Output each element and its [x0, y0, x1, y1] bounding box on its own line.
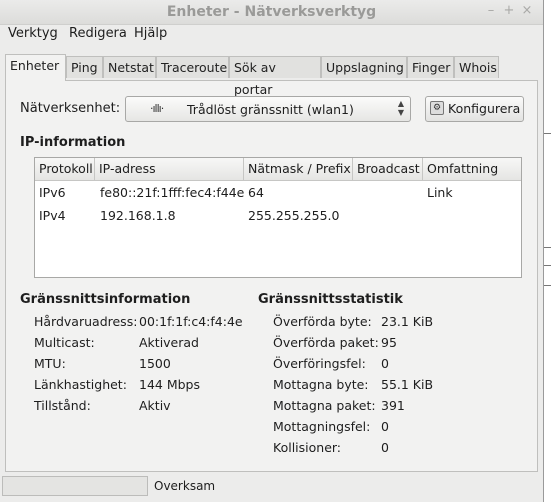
rx-bytes-value: 55.1 KiB	[381, 377, 434, 392]
app-window: Enheter - Nätverksverktyg – + × Verktyg …	[0, 0, 543, 502]
tab-enheter[interactable]: Enheter	[5, 54, 66, 81]
menu-hjalp[interactable]: Hjälp	[134, 26, 167, 41]
mtu-value: 1500	[139, 356, 171, 371]
status-progress	[2, 476, 148, 496]
table-row-ipv6-prefix: 64	[248, 185, 264, 200]
table-row-ipv4-netmask: 255.255.255.0	[248, 208, 340, 223]
ip-table[interactable]: Protokoll IP-adress Nätmask / Prefix Bro…	[34, 157, 522, 278]
tx-errors-value: 0	[381, 356, 389, 371]
configure-icon: ⚙	[430, 101, 444, 115]
state-label: Tillstånd:	[34, 398, 91, 413]
mtu-label: MTU:	[34, 356, 66, 371]
spin-arrows-icon: ▲ ▼	[397, 99, 404, 117]
multicast-label: Multicast:	[34, 335, 95, 350]
rx-errors-label: Mottagningsfel:	[273, 419, 371, 434]
close-icon[interactable]: ×	[519, 3, 535, 19]
configure-label: Konfigurera	[448, 101, 521, 116]
configure-button[interactable]: ⚙ Konfigurera	[425, 96, 524, 122]
tab-whois[interactable]: Whois	[454, 56, 499, 78]
window-title: Enheter - Nätverksverktyg	[166, 4, 377, 20]
collisions-value: 0	[381, 440, 389, 455]
wireless-icon: ·ıllı·	[150, 102, 164, 115]
col-broadcast[interactable]: Broadcast	[353, 158, 423, 180]
tab-sok-av-portar[interactable]: Sök av portar	[229, 56, 321, 97]
tx-errors-label: Överföringsfel:	[273, 356, 366, 371]
col-scope[interactable]: Omfattning	[423, 158, 521, 180]
status-bar: Overksam	[0, 476, 543, 498]
device-select[interactable]: ·ıllı· Trådlöst gränssnitt (wlan1) ▲ ▼	[125, 96, 411, 122]
tx-bytes-label: Överförda byte:	[273, 314, 372, 329]
tab-ping[interactable]: Ping	[66, 56, 103, 78]
hw-address-label: Hårdvaruadress:	[34, 314, 138, 329]
tx-packets-value: 95	[381, 335, 397, 350]
title-bar[interactable]: Enheter - Nätverksverktyg – + ×	[0, 0, 543, 25]
device-label: Nätverksenhet:	[20, 101, 121, 116]
tab-netstat[interactable]: Netstat	[103, 56, 156, 78]
iface-info-title: Gränssnittsinformation	[20, 292, 191, 307]
tab-uppslagning[interactable]: Uppslagning	[321, 56, 407, 78]
hw-address-value: 00:1f:1f:c4:f4:4e	[139, 314, 243, 329]
minimize-icon[interactable]: –	[483, 3, 499, 19]
rx-errors-value: 0	[381, 419, 389, 434]
link-speed-value: 144 Mbps	[139, 377, 200, 392]
table-row-ipv6-protocol: IPv6	[39, 185, 66, 200]
table-row-ipv4-address: 192.168.1.8	[100, 208, 176, 223]
col-protocol[interactable]: Protokoll	[35, 158, 95, 180]
table-row-ipv6-scope: Link	[427, 185, 453, 200]
tab-traceroute[interactable]: Traceroute	[156, 56, 229, 78]
table-row-ipv4-protocol: IPv4	[39, 208, 66, 223]
col-netmask[interactable]: Nätmask / Prefix	[244, 158, 353, 180]
rx-packets-value: 391	[381, 398, 405, 413]
collisions-label: Kollisioner:	[273, 440, 342, 455]
background-window-edge	[543, 0, 551, 502]
col-ip-address[interactable]: IP-adress	[95, 158, 244, 180]
status-text: Overksam	[154, 479, 216, 493]
tx-packets-label: Överförda paket:	[273, 335, 379, 350]
rx-bytes-label: Mottagna byte:	[273, 377, 369, 392]
link-speed-label: Länkhastighet:	[34, 377, 127, 392]
menu-bar: Verktyg Redigera Hjälp	[0, 24, 543, 44]
iface-stats-title: Gränssnittsstatistik	[258, 292, 403, 307]
ip-info-title: IP-information	[20, 135, 126, 150]
table-row-ipv6-address: fe80::21f:1fff:fec4:f44e	[100, 185, 245, 200]
tab-finger[interactable]: Finger	[407, 56, 454, 78]
ip-table-header: Protokoll IP-adress Nätmask / Prefix Bro…	[35, 158, 521, 181]
tx-bytes-value: 23.1 KiB	[381, 314, 434, 329]
multicast-value: Aktiverad	[139, 335, 199, 350]
rx-packets-label: Mottagna paket:	[273, 398, 376, 413]
maximize-icon[interactable]: +	[501, 3, 517, 19]
device-selected: Trådlöst gränssnitt (wlan1)	[187, 102, 354, 117]
menu-verktyg[interactable]: Verktyg	[8, 26, 58, 41]
menu-redigera[interactable]: Redigera	[69, 26, 127, 41]
state-value: Aktiv	[139, 398, 171, 413]
